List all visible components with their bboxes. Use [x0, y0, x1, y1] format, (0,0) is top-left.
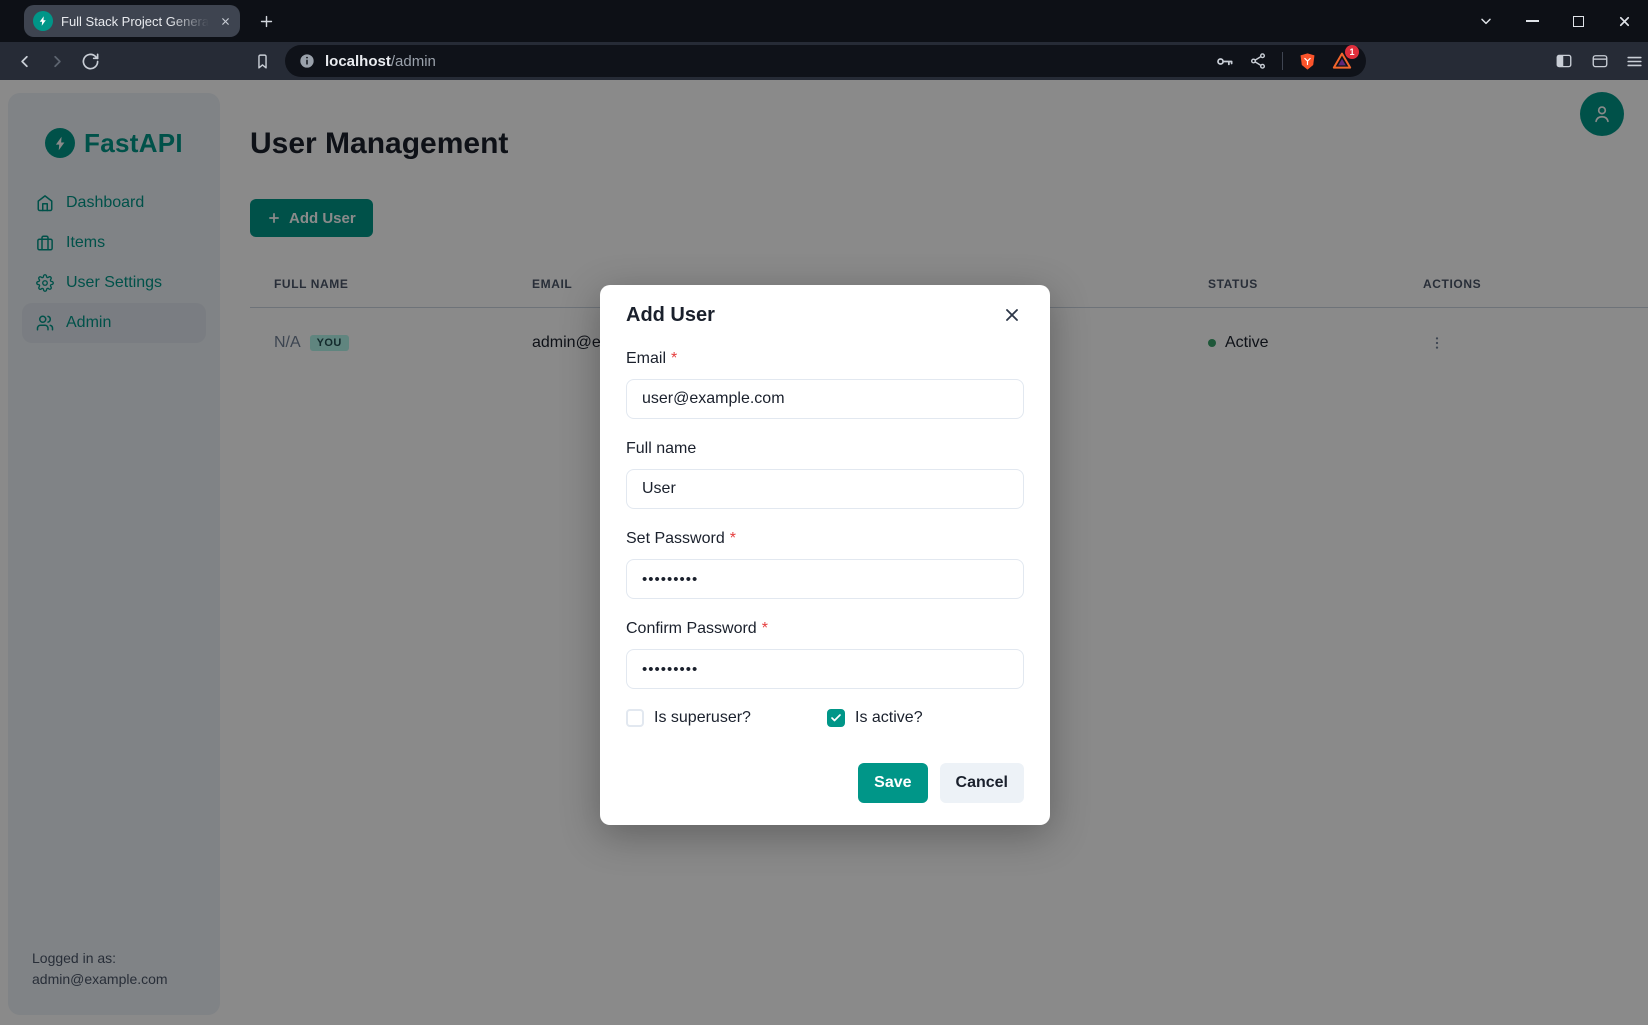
- tab-close-icon[interactable]: [220, 16, 231, 27]
- page-viewport: FastAPI Dashboard Items User Settings Ad…: [0, 80, 1648, 1025]
- window-minimize-button[interactable]: [1524, 13, 1540, 29]
- url-host: localhost: [325, 53, 391, 70]
- bookmark-icon[interactable]: [248, 42, 276, 80]
- checkbox-row: Is superuser? Is active?: [626, 709, 1024, 727]
- reload-button[interactable]: [76, 42, 104, 80]
- browser-toolbar: localhost/admin 1: [0, 42, 1648, 80]
- add-user-modal: Add User Email* Full name Set Password* …: [600, 285, 1050, 825]
- check-icon: [830, 712, 842, 724]
- confirm-password-label: Confirm Password*: [626, 619, 1024, 638]
- modal-close-button[interactable]: [1000, 303, 1024, 327]
- wallet-button[interactable]: [1586, 42, 1614, 80]
- set-password-field[interactable]: [626, 559, 1024, 599]
- cancel-button[interactable]: Cancel: [940, 763, 1024, 803]
- sidebar-toggle-button[interactable]: [1550, 42, 1578, 80]
- toolbar-separator: [1282, 52, 1283, 70]
- site-info-icon[interactable]: [299, 53, 315, 69]
- is-superuser-checkbox[interactable]: Is superuser?: [626, 709, 827, 727]
- back-button[interactable]: [10, 42, 38, 80]
- url-text: localhost/admin: [325, 53, 436, 70]
- forward-button[interactable]: [43, 42, 71, 80]
- window-chevron-down-icon[interactable]: [1478, 13, 1494, 29]
- add-user-form: Email* Full name Set Password* Confirm P…: [626, 349, 1024, 803]
- window-close-button[interactable]: [1616, 13, 1632, 29]
- brave-rewards-icon[interactable]: 1: [1332, 51, 1352, 71]
- tab-title: Full Stack Project Genera: [61, 14, 212, 29]
- required-asterisk: *: [730, 530, 736, 547]
- modal-header: Add User: [626, 285, 1024, 329]
- confirm-password-field[interactable]: [626, 649, 1024, 689]
- share-icon[interactable]: [1249, 52, 1267, 70]
- email-field[interactable]: [626, 379, 1024, 419]
- is-active-checkbox[interactable]: Is active?: [827, 709, 923, 727]
- save-button[interactable]: Save: [858, 763, 927, 803]
- email-label: Email*: [626, 349, 1024, 368]
- menu-button[interactable]: [1620, 42, 1648, 80]
- checkbox-checked-icon[interactable]: [827, 709, 845, 727]
- modal-title: Add User: [626, 301, 715, 329]
- new-tab-button[interactable]: [258, 13, 275, 30]
- is-active-label: Is active?: [855, 709, 923, 727]
- set-password-label: Set Password*: [626, 529, 1024, 548]
- full-name-field[interactable]: [626, 469, 1024, 509]
- is-superuser-label: Is superuser?: [654, 709, 751, 727]
- required-asterisk: *: [762, 620, 768, 637]
- key-icon[interactable]: [1215, 52, 1234, 71]
- url-bar[interactable]: localhost/admin 1: [285, 45, 1366, 77]
- notification-badge: 1: [1345, 45, 1359, 59]
- browser-tab[interactable]: Full Stack Project Genera: [24, 5, 240, 37]
- window-controls: [1478, 0, 1632, 42]
- window-maximize-button[interactable]: [1570, 13, 1586, 29]
- modal-actions: Save Cancel: [626, 763, 1024, 803]
- url-path: /admin: [391, 53, 436, 70]
- fastapi-favicon-icon: [33, 11, 53, 31]
- tab-bar: Full Stack Project Genera: [0, 0, 1648, 42]
- close-icon: [1002, 305, 1022, 325]
- required-asterisk: *: [671, 350, 677, 367]
- brave-shield-icon[interactable]: [1298, 52, 1317, 71]
- full-name-label: Full name: [626, 439, 1024, 458]
- checkbox-unchecked-icon[interactable]: [626, 709, 644, 727]
